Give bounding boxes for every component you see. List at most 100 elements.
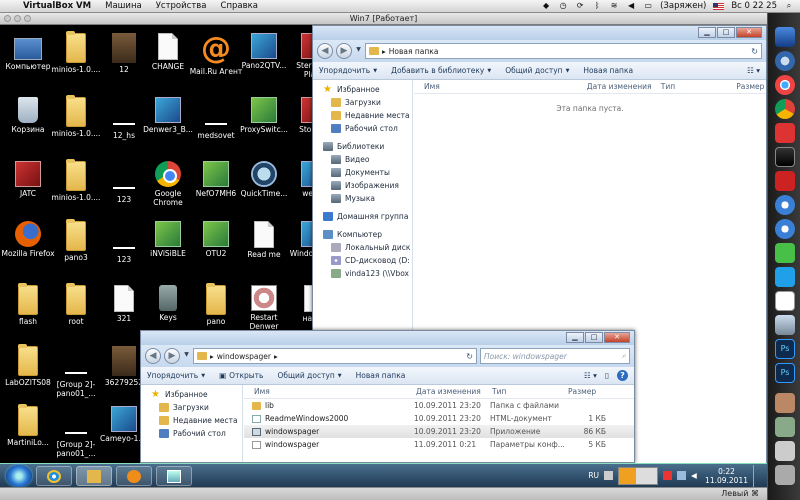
nav-item[interactable]: CD-дисковод (D: xyxy=(313,254,412,267)
history-dropdown[interactable]: ▼ xyxy=(355,43,362,59)
volume-icon[interactable]: ◀ xyxy=(691,471,700,480)
file-row[interactable]: windowspager 11.09.2011 0:21 Параметры кон… xyxy=(244,438,634,451)
taskbar-ie-button[interactable] xyxy=(36,465,72,486)
dock-itunes-icon[interactable] xyxy=(775,195,795,215)
add-to-library-button[interactable]: Добавить в библиотеку ▼ xyxy=(391,66,491,75)
dock-adium-icon[interactable] xyxy=(775,243,795,263)
wifi-icon[interactable]: ≋ xyxy=(609,2,619,10)
dock-finder-icon[interactable] xyxy=(775,27,795,47)
battery-status[interactable]: (Заряжен) xyxy=(660,1,706,11)
column-size[interactable]: Размер xyxy=(726,82,766,91)
dock-itunes-alt-icon[interactable] xyxy=(775,219,795,239)
open-button[interactable]: ▣ Открыть xyxy=(219,371,263,380)
nav-item[interactable]: Домашняя группа xyxy=(313,210,412,223)
share-button[interactable]: Общий доступ ▼ xyxy=(277,371,341,380)
menu-app[interactable]: VirtualBox VM xyxy=(16,1,98,11)
dock-documents-icon[interactable] xyxy=(775,441,795,461)
language-indicator[interactable]: RU xyxy=(588,471,599,480)
menu-machine[interactable]: Машина xyxy=(98,1,149,11)
keyboard-icon[interactable] xyxy=(604,471,614,480)
new-folder-button[interactable]: Новая папка xyxy=(356,371,406,380)
menu-devices[interactable]: Устройства xyxy=(149,1,214,11)
history-dropdown[interactable]: ▼ xyxy=(183,348,190,364)
dock-photoshop-icon[interactable]: Ps xyxy=(775,339,795,359)
start-button[interactable] xyxy=(6,464,32,487)
nav-item[interactable]: Музыка xyxy=(313,192,412,205)
nav-item[interactable]: Рабочий стол xyxy=(313,122,412,135)
title-bar[interactable]: ▁ □ ✕ xyxy=(313,26,766,40)
nav-item[interactable]: Загрузки xyxy=(313,96,412,109)
bluetooth-icon[interactable]: ᛒ xyxy=(592,2,602,10)
dock-archive-icon[interactable] xyxy=(775,393,795,413)
file-row[interactable]: windowspager 10.09.2011 23:20 Приложение 86… xyxy=(244,425,634,438)
forward-button[interactable]: ▶ xyxy=(336,43,352,59)
nav-item[interactable]: Рабочий стол xyxy=(141,427,242,440)
taskbar-app-button[interactable] xyxy=(156,465,192,486)
nav-item[interactable]: ★ Избранное xyxy=(141,388,242,401)
vbox-window-title[interactable]: Win7 [Работает] xyxy=(0,13,767,25)
search-input[interactable]: Поиск: windowspager ⌕ xyxy=(480,348,630,364)
address-bar[interactable]: ▸ Новая папка ↻ xyxy=(365,43,762,59)
nav-item[interactable]: Видео xyxy=(313,153,412,166)
menubar-clock[interactable]: Вс 0 22 25 xyxy=(731,1,777,11)
dock-app-icon[interactable] xyxy=(775,315,795,335)
dock-trash-icon[interactable] xyxy=(775,465,795,485)
dock-photoshop-alt-icon[interactable]: Ps xyxy=(775,363,795,383)
desktop-icon[interactable]: Read me xyxy=(236,218,292,282)
dock-photobooth-icon[interactable] xyxy=(775,123,795,143)
new-folder-button[interactable]: Новая папка xyxy=(583,66,633,75)
refresh-icon[interactable]: ↻ xyxy=(466,352,473,361)
tray-clock[interactable]: 0:22 11.09.2011 xyxy=(705,467,748,485)
dock-downloads-icon[interactable] xyxy=(775,417,795,437)
desktop-icon[interactable]: QuickTime... xyxy=(236,158,292,222)
address-path[interactable]: windowspager xyxy=(217,352,271,361)
column-type[interactable]: Тип xyxy=(482,387,558,396)
dock-google-chrome-icon[interactable] xyxy=(775,99,795,119)
column-size[interactable]: Размер xyxy=(558,387,604,396)
column-date[interactable]: Дата изменения xyxy=(406,387,482,396)
column-type[interactable]: Тип xyxy=(651,82,726,91)
column-date[interactable]: Дата изменения xyxy=(577,82,652,91)
address-path[interactable]: Новая папка xyxy=(389,47,439,56)
dock-flash-icon[interactable] xyxy=(775,171,795,191)
file-list[interactable]: Имя Дата изменения Тип Размер lib 10.09.2… xyxy=(244,385,634,462)
zoom-light-icon[interactable] xyxy=(24,15,31,22)
close-button[interactable]: ✕ xyxy=(736,27,762,38)
file-row[interactable]: ReadmeWindows2000 10.09.2011 23:20 HTML-до… xyxy=(244,412,634,425)
windows-desktop[interactable]: Компьютер minios-1.0.... 12 CHANGE @ Mail.Ru … xyxy=(0,25,767,463)
share-button[interactable]: Общий доступ ▼ xyxy=(505,66,569,75)
dock-chrome-icon[interactable] xyxy=(775,75,795,95)
address-bar[interactable]: ▸ windowspager ▸ ↻ xyxy=(193,348,477,364)
forward-button[interactable]: ▶ xyxy=(164,348,180,364)
desktop-icon[interactable]: ProxySwitc... xyxy=(236,94,292,158)
battery-icon[interactable]: ▭ xyxy=(643,2,653,10)
minimize-button[interactable]: ▁ xyxy=(566,332,584,343)
file-row[interactable]: lib 10.09.2011 23:20 Папка с файлами xyxy=(244,399,634,412)
back-button[interactable]: ◀ xyxy=(317,43,333,59)
refresh-icon[interactable]: ↻ xyxy=(751,47,758,56)
taskbar-explorer-button[interactable] xyxy=(76,465,112,486)
search-icon[interactable]: ⌕ xyxy=(622,351,626,361)
nav-item[interactable]: Компьютер xyxy=(313,228,412,241)
nav-item[interactable]: ★ Избранное xyxy=(313,83,412,96)
flag-icon[interactable] xyxy=(663,471,673,480)
volume-icon[interactable]: ◀ xyxy=(626,2,636,10)
network-icon[interactable] xyxy=(677,471,687,480)
nav-item[interactable]: Изображения xyxy=(313,179,412,192)
maximize-button[interactable]: □ xyxy=(717,27,735,38)
desktop-icon[interactable]: Pano2QTV... xyxy=(236,30,292,94)
time-machine-icon[interactable]: ◷ xyxy=(558,2,568,10)
minimize-button[interactable]: ▁ xyxy=(698,27,716,38)
taskbar-media-player-button[interactable] xyxy=(116,465,152,486)
dock-terminal-icon[interactable] xyxy=(775,147,795,167)
nav-item[interactable]: Локальный диск xyxy=(313,241,412,254)
organize-button[interactable]: Упорядочить ▼ xyxy=(319,66,377,75)
title-bar[interactable]: ▁ □ ✕ xyxy=(141,331,634,345)
nav-item[interactable]: Документы xyxy=(313,166,412,179)
show-desktop-button[interactable] xyxy=(753,464,761,487)
column-name[interactable]: Имя xyxy=(244,387,406,396)
us-flag-icon[interactable] xyxy=(713,2,725,10)
menu-help[interactable]: Справка xyxy=(214,1,265,11)
dropbox-icon[interactable]: ◆ xyxy=(541,2,551,10)
preview-pane-icon[interactable]: ▯ xyxy=(605,371,609,380)
